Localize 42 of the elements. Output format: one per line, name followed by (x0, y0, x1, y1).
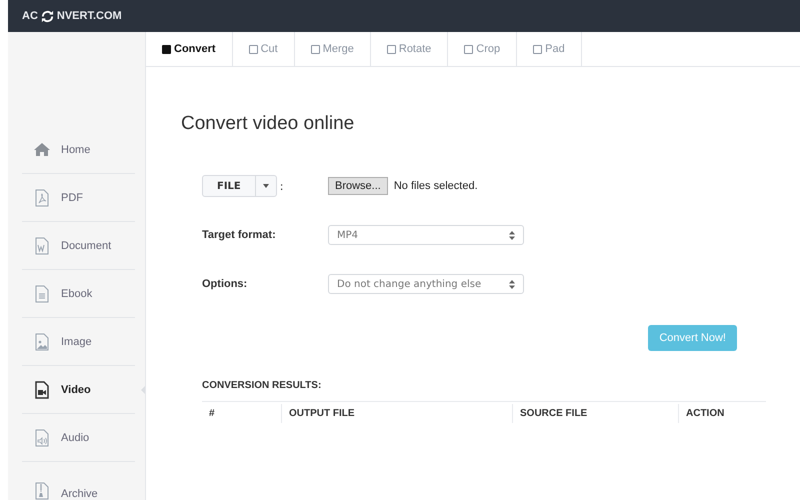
file-status: No files selected. (394, 180, 478, 192)
sidebar-item[interactable]: Document (22, 222, 135, 270)
audio-file-icon (33, 428, 51, 446)
sidebar-item[interactable]: PDF (22, 174, 135, 222)
home-icon (33, 140, 51, 158)
sidebar-item[interactable]: Ebook (22, 270, 135, 318)
sidebar-item[interactable]: Audio (22, 414, 135, 462)
tab[interactable]: Convert (146, 32, 233, 66)
colon-label: : (280, 180, 284, 192)
refresh-icon (40, 10, 54, 22)
video-file-icon (33, 380, 51, 398)
sidebar-item[interactable]: Video (22, 366, 135, 414)
field-label: Options: (202, 278, 248, 290)
results-title: CONVERSION RESULTS: (202, 380, 322, 391)
column-header: # (202, 404, 282, 422)
tab[interactable]: Pad (517, 32, 582, 66)
column-header: SOURCE FILE (513, 404, 679, 422)
tab[interactable]: Merge (294, 32, 371, 66)
column-header: OUTPUT FILE (282, 404, 513, 422)
sort-arrows-icon (509, 280, 515, 288)
field-label: Target format: (202, 229, 276, 241)
sort-arrows-icon (509, 230, 515, 240)
text-file-icon (33, 284, 51, 302)
caret-icon (262, 184, 269, 188)
tab[interactable]: Cut (232, 32, 295, 66)
file-source-dropdown[interactable]: FILE (202, 175, 277, 197)
sidebar-item[interactable]: Image (22, 318, 135, 366)
select-field[interactable]: Do not change anything else (328, 274, 524, 294)
select-field[interactable]: MP4 (328, 225, 524, 245)
sidebar-item[interactable]: Archive (22, 462, 135, 500)
tab[interactable]: Rotate (370, 32, 448, 66)
logo-text: AC (22, 10, 38, 22)
browse-button[interactable]: Browse... (328, 177, 388, 195)
sidebar-item[interactable]: Home (22, 126, 135, 174)
zip-file-icon (33, 482, 51, 500)
tab[interactable]: Crop (448, 32, 518, 66)
column-header: ACTION (685, 406, 726, 420)
logo-text: NVERT.COM (56, 10, 122, 22)
pdf-file-icon (33, 188, 51, 206)
image-file-icon (33, 332, 51, 350)
page-heading: Convert video online (181, 113, 356, 135)
word-file-icon (33, 236, 51, 254)
